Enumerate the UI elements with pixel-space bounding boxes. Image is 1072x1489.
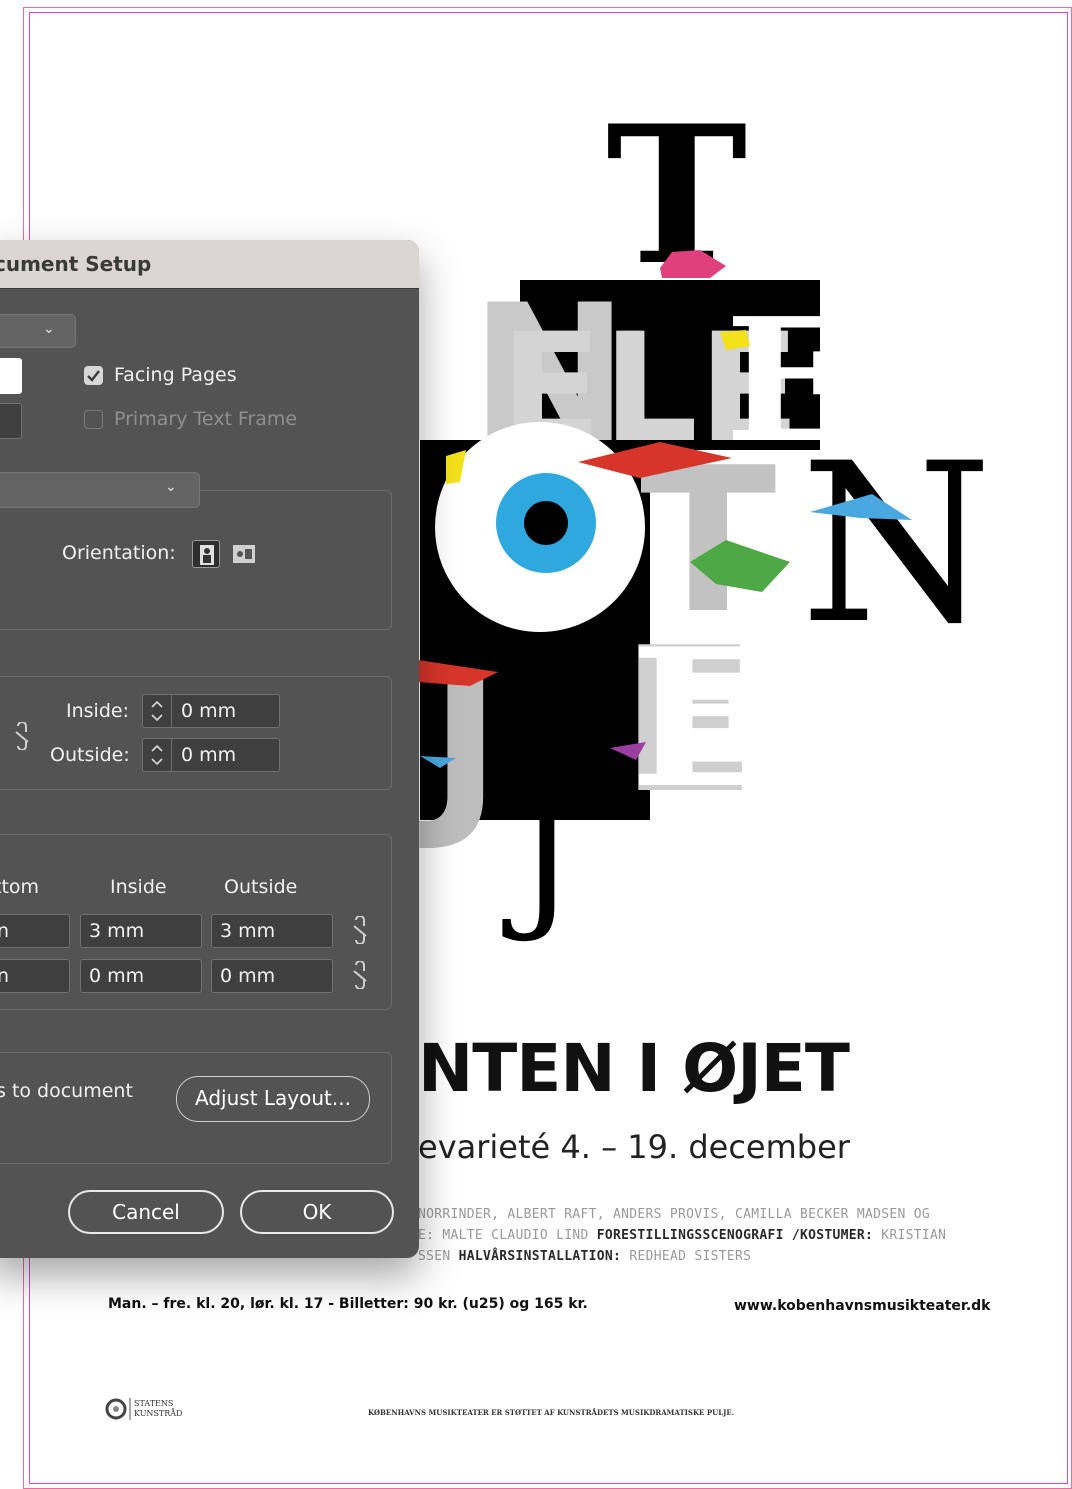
poster-subtitle[interactable]: evarieté 4. – 19. december: [418, 1128, 850, 1166]
dialog-title: cument Setup: [0, 252, 152, 276]
sponsor-text: KØBENHAVNS MUSIKTEATER ER STØTTET AF KUN…: [368, 1408, 735, 1417]
bleed-inside-field[interactable]: 3 mm: [80, 914, 202, 948]
page-size-select[interactable]: ⌄: [0, 472, 200, 508]
sponsor-logo-text: STATENS: [134, 1399, 173, 1408]
inside-value: 0 mm: [181, 700, 237, 722]
adjust-layout-button[interactable]: Adjust Layout...: [176, 1076, 370, 1122]
svg-text:E: E: [630, 607, 775, 830]
credits-line-2-c: KRISTIAN: [881, 1228, 947, 1243]
inside-stepper[interactable]: [142, 695, 172, 727]
adjust-layout-text: s to document: [0, 1080, 133, 1102]
chevron-down-icon: ⌄: [43, 321, 55, 337]
unlink-chain-icon[interactable]: [10, 722, 34, 750]
portrait-orientation-button[interactable]: [192, 540, 220, 568]
slug-outside-value: 0 mm: [220, 965, 276, 987]
letter-n-right: N: [800, 416, 993, 672]
poster-ticket-info[interactable]: Man. – fre. kl. 20, lør. kl. 17 - Billet…: [108, 1296, 588, 1312]
portrait-icon: [200, 545, 214, 565]
slug-inside-field[interactable]: 0 mm: [80, 959, 202, 993]
credits-line-3-a: SSEN: [418, 1249, 459, 1264]
poster-credits[interactable]: NORRINDER, ALBERT RAFT, ANDERS PROVIS, C…: [418, 1204, 946, 1267]
credits-line-2-a: E: MALTE CLAUDIO LIND: [418, 1228, 597, 1243]
chevron-down-icon: ⌄: [165, 479, 177, 495]
slug-bottom-field[interactable]: n: [0, 959, 70, 993]
credits-line-3-b: HALVÅRSINSTALLATION:: [458, 1249, 630, 1264]
outside-label: Outside:: [50, 744, 130, 766]
slug-bottom-value: n: [0, 965, 9, 987]
credits-line-2-b: FORESTILLINGSSCENOGRAFI /KOSTUMER:: [596, 1228, 882, 1243]
landscape-orientation-button[interactable]: [230, 540, 258, 568]
bleed-outside-value: 3 mm: [220, 920, 276, 942]
ok-button[interactable]: OK: [240, 1190, 394, 1234]
inside-label: Inside:: [66, 700, 129, 722]
svg-text:KUNSTRÅD: KUNSTRÅD: [134, 1409, 182, 1418]
poster-website[interactable]: www.kobenhavnsmusikteater.dk: [734, 1298, 990, 1314]
bleed-outside-field[interactable]: 3 mm: [211, 914, 333, 948]
bleed-inside-header: Inside: [110, 876, 167, 898]
bleed-bottom-header: ttom: [0, 876, 40, 898]
intent-select[interactable]: ⌄: [0, 314, 76, 348]
stepper-arrows-icon: [151, 744, 163, 766]
primary-text-frame-label: Primary Text Frame: [114, 408, 298, 430]
slug-unlink-chain-icon[interactable]: [348, 961, 372, 989]
outside-stepper[interactable]: [142, 739, 172, 771]
outside-value: 0 mm: [181, 744, 237, 766]
poster-title[interactable]: NTEN I ØJET: [418, 1030, 850, 1107]
document-setup-dialog: cument Setup ⌄ Facing Pages Primary Text…: [0, 240, 419, 1258]
landscape-icon: [233, 545, 255, 563]
bleed-unlink-chain-icon[interactable]: [348, 916, 372, 944]
start-page-field[interactable]: [0, 403, 22, 439]
orientation-label: Orientation:: [62, 542, 176, 564]
slug-outside-field[interactable]: 0 mm: [211, 959, 333, 993]
slug-inside-value: 0 mm: [89, 965, 145, 987]
credits-line-2: E: MALTE CLAUDIO LIND FORESTILLINGSSCENO…: [418, 1225, 946, 1246]
number-of-pages-field[interactable]: [0, 358, 22, 394]
facing-pages-label: Facing Pages: [114, 364, 237, 386]
cancel-button[interactable]: Cancel: [68, 1190, 224, 1234]
stepper-arrows-icon: [151, 700, 163, 722]
credits-line-3: SSEN HALVÅRSINSTALLATION: REDHEAD SISTER…: [418, 1246, 946, 1267]
checkmark-icon: [87, 370, 100, 382]
statens-kunstraad-logo: STATENS KUNSTRÅD: [105, 1398, 182, 1420]
bleed-bottom-field[interactable]: n: [0, 914, 70, 948]
credits-line-1: NORRINDER, ALBERT RAFT, ANDERS PROVIS, C…: [418, 1207, 930, 1222]
facing-pages-checkbox[interactable]: [84, 366, 103, 385]
primary-text-frame-checkbox[interactable]: [84, 410, 103, 429]
bleed-inside-value: 3 mm: [89, 920, 145, 942]
credits-line-3-c: REDHEAD SISTERS: [629, 1249, 752, 1264]
bleed-outside-header: Outside: [224, 876, 298, 898]
dialog-titlebar[interactable]: cument Setup: [0, 240, 419, 289]
bleed-bottom-value: n: [0, 920, 9, 942]
